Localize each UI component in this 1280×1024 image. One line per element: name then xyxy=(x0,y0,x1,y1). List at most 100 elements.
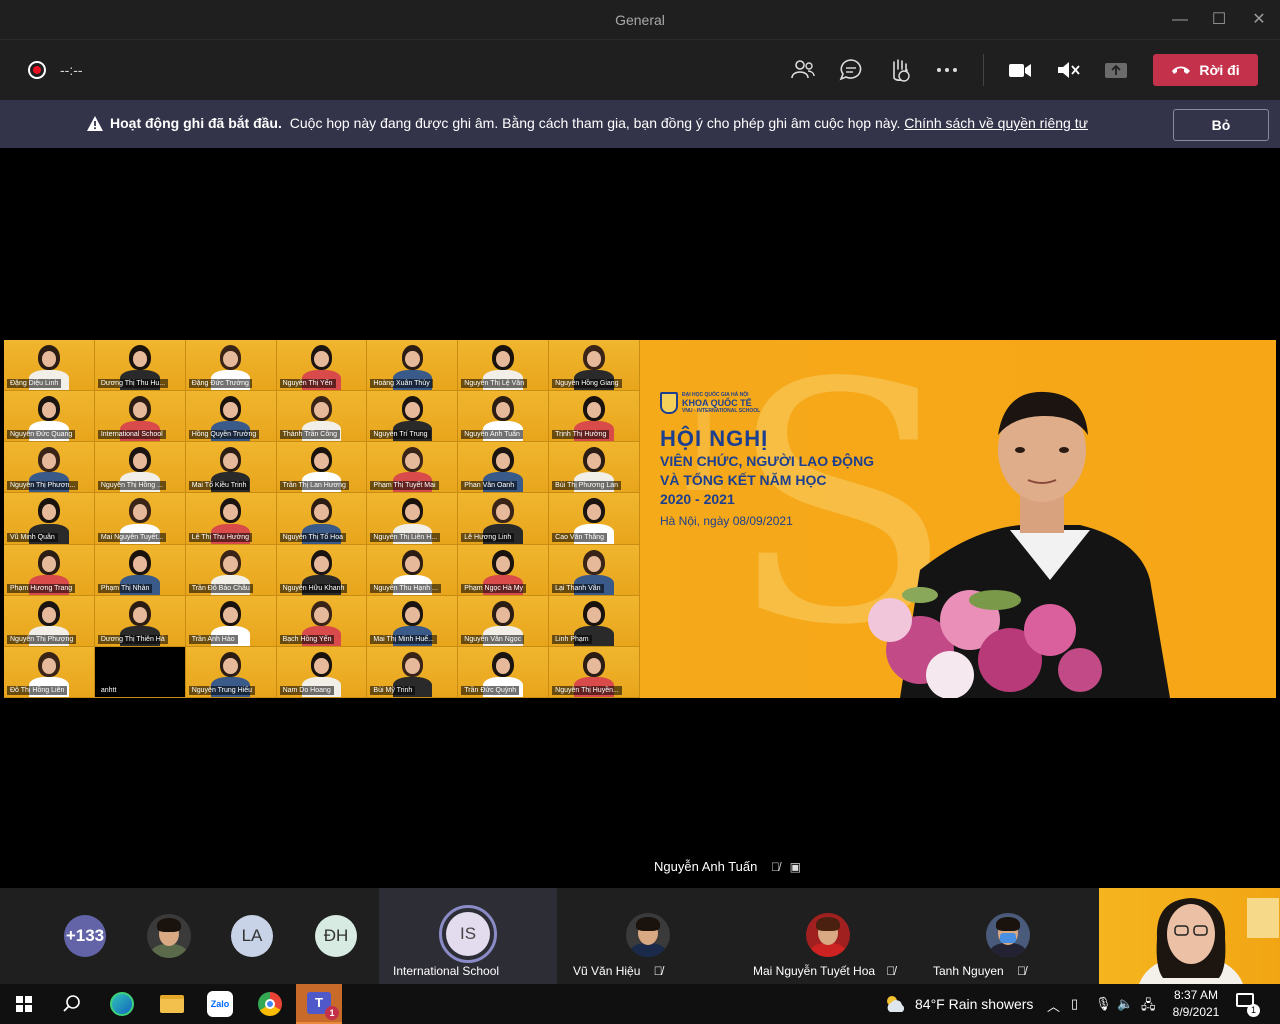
volume-icon[interactable]: 🔈 xyxy=(1117,996,1133,1012)
participant-avatar-photo[interactable] xyxy=(147,914,191,958)
chrome-icon[interactable] xyxy=(250,988,290,1020)
gallery-tile-name: Đỗ Thị Hồng Liên xyxy=(7,685,68,695)
weather-icon[interactable] xyxy=(883,994,907,1014)
maximize-icon[interactable]: ☐ xyxy=(1207,8,1231,32)
banner-title: Hoạt động ghi đã bắt đầu. xyxy=(110,115,282,131)
gallery-tile-name: Nguyễn Thị Liên H... xyxy=(370,532,441,542)
windows-start-icon[interactable] xyxy=(4,988,44,1020)
gallery-tile-name: Nguyễn Hồng Giang xyxy=(552,379,622,389)
minimize-icon[interactable]: — xyxy=(1168,8,1192,32)
notification-badge: 1 xyxy=(1247,1004,1260,1017)
leave-button[interactable]: Rời đi xyxy=(1153,54,1258,86)
participant-tile-international-school[interactable]: IS International School xyxy=(379,888,557,984)
gallery-tile-name: Cao Văn Thắng xyxy=(552,532,608,542)
gallery-tile-name: Nguyễn Đức Quang xyxy=(7,430,76,440)
screen-share-indicator-icon: ▣ xyxy=(789,860,801,874)
participant-tile-vu-van-hieu[interactable]: Vũ Văn Hiệu 🎙̸ xyxy=(559,888,737,984)
participant-tile-mai-nguyen-tuyet-hoa[interactable]: Mai Nguyễn Tuyết Hoa 🎙̸ xyxy=(739,888,917,984)
avatar-la[interactable]: LA xyxy=(231,915,273,957)
teams-taskbar-icon[interactable]: T 1 xyxy=(296,984,342,1024)
dismiss-button[interactable]: Bỏ xyxy=(1173,109,1269,141)
conference-slide: I S ĐẠI HỌC QUỐC GIA HÀ NỘI KHOA QUỐC TẾ… xyxy=(640,340,1276,698)
gallery-tile-name: Nguyễn Thị Huyền... xyxy=(552,685,622,695)
gallery-tile-name: Bùi Thị Phương Lan xyxy=(552,481,621,491)
weather-text[interactable]: 84°F Rain showers xyxy=(915,996,1033,1012)
avatar-is: IS xyxy=(446,912,490,956)
raise-hand-icon[interactable] xyxy=(885,56,913,84)
gallery-tile: Đặng Diệu Linh xyxy=(4,340,95,392)
gallery-tile-name: Trần Đỗ Bảo Châu xyxy=(188,583,253,593)
avatar-dh[interactable]: ĐH xyxy=(315,915,357,957)
gallery-tile: Nguyễn Thu Hạnh ... xyxy=(367,544,459,596)
gallery-tile-name: Nguyễn Trung Hiếu xyxy=(188,685,256,695)
gallery-tile: Cao Văn Thắng xyxy=(549,493,640,545)
gallery-tile: Nguyễn Văn Ngọc xyxy=(458,595,550,647)
gallery-tile-name: Hồng Quyền Trường xyxy=(188,430,260,440)
participant-gallery: Đặng Diệu Linh Dương Thị Thu Hu... Đặng Đứ… xyxy=(4,340,640,698)
gallery-tile-name: Dương Thị Thu Hu... xyxy=(97,379,169,389)
participants-icon[interactable] xyxy=(789,56,817,84)
chat-icon[interactable] xyxy=(837,56,865,84)
gallery-tile: Mai Nguyễn Tuyết... xyxy=(94,493,186,545)
leave-label: Rời đi xyxy=(1199,62,1240,78)
gallery-tile-name: Mai Thị Minh Huế... xyxy=(370,634,437,644)
system-clock[interactable]: 8:37 AM 8/9/2021 xyxy=(1166,987,1226,1021)
share-screen-icon[interactable] xyxy=(1102,56,1130,84)
gallery-tile: Vũ Minh Quân xyxy=(4,493,95,545)
more-participants-button[interactable]: +133 xyxy=(64,915,106,957)
gallery-tile-name: Lê Thị Thu Hường xyxy=(188,532,252,542)
camera-icon[interactable] xyxy=(1006,56,1034,84)
active-speaker-name: Nguyễn Anh Tuấn xyxy=(654,859,758,874)
zalo-icon[interactable]: Zalo xyxy=(200,988,240,1020)
participant-tile-tanh-nguyen[interactable]: Tanh Nguyen 🎙̸ xyxy=(919,888,1097,984)
gallery-tile: anhtt xyxy=(94,646,186,698)
school-logo: ĐẠI HỌC QUỐC GIA HÀ NỘI KHOA QUỐC TẾ VNU… xyxy=(660,392,760,414)
gallery-tile-name: Lê Hương Linh xyxy=(461,532,515,542)
slide-title: HỘI NGHỊ xyxy=(660,426,769,451)
gallery-tile-name: Hoàng Xuân Thủy xyxy=(370,379,433,389)
gallery-tile-name: Nguyễn Thị Yến xyxy=(279,379,336,389)
gallery-tile: International School xyxy=(94,391,186,443)
shared-video: Đặng Diệu Linh Dương Thị Thu Hu... Đặng Đứ… xyxy=(4,340,1276,698)
gallery-tile: Nguyễn Hồng Giang xyxy=(549,340,640,392)
gallery-tile: Nguyễn Đức Quang xyxy=(4,391,95,443)
meet-now-icon[interactable]: ▯ xyxy=(1071,996,1078,1012)
gallery-tile: Nguyễn Thị Phươn... xyxy=(4,442,95,494)
meeting-timer: --:-- xyxy=(60,62,83,78)
privacy-policy-link[interactable]: Chính sách về quyền riêng tư xyxy=(904,115,1088,131)
gallery-tile-name: Nguyễn Thu Hạnh ... xyxy=(370,583,441,593)
gallery-tile: Nguyễn Thị Liên H... xyxy=(367,493,459,545)
tray-overflow-chevron-icon[interactable]: ︿ xyxy=(1047,996,1060,1015)
gallery-tile: Nguyễn Thị Tố Hoa xyxy=(276,493,368,545)
gallery-tile: Phạm Thị Nhàn xyxy=(94,544,186,596)
close-icon[interactable]: ✕ xyxy=(1247,8,1271,32)
gallery-tile-name: Bùi Mỹ Trinh xyxy=(370,685,416,695)
hang-up-icon xyxy=(1172,66,1191,74)
gallery-tile: Hồng Quyền Trường xyxy=(185,391,277,443)
edge-browser-icon[interactable] xyxy=(102,988,142,1020)
gallery-tile-name: Bạch Hồng Yến xyxy=(279,634,335,644)
gallery-tile-name: Nam Do Hoang xyxy=(279,685,334,695)
gallery-tile-name: Lại Thanh Vân xyxy=(552,583,604,593)
mute-icon[interactable] xyxy=(1054,56,1082,84)
gallery-tile-name: Trần Đức Quỳnh xyxy=(461,685,520,695)
speaker-video xyxy=(868,391,1170,698)
search-icon[interactable] xyxy=(52,988,92,1020)
more-actions-icon[interactable] xyxy=(933,56,961,84)
gallery-tile-name: Phạm Hương Trang xyxy=(7,583,76,593)
gallery-tile: Phạm Thị Tuyết Mai xyxy=(367,442,459,494)
self-video-tile[interactable] xyxy=(1099,888,1280,984)
gallery-tile-name: Đặng Diệu Linh xyxy=(7,379,62,389)
network-icon[interactable]: 🖧 xyxy=(1141,996,1156,1018)
notifications-icon[interactable]: 1 xyxy=(1236,993,1260,1017)
toolbar-divider xyxy=(983,54,984,86)
gallery-tile: Nguyễn Thị Lệ Vân xyxy=(458,340,550,392)
gallery-tile: Trần Đức Quỳnh xyxy=(458,646,550,698)
gallery-tile: Bùi Mỹ Trinh xyxy=(367,646,459,698)
microphone-icon[interactable]: 🎙 xyxy=(1095,996,1112,1012)
gallery-tile-name: Nguyễn Văn Ngọc xyxy=(461,634,525,644)
file-explorer-icon[interactable] xyxy=(152,988,192,1020)
participant-strip: +133 LA ĐH IS International School Vũ Vă… xyxy=(0,888,1280,984)
gallery-tile: Nguyễn Anh Tuấn xyxy=(458,391,550,443)
gallery-tile-name: Vũ Minh Quân xyxy=(7,532,58,542)
